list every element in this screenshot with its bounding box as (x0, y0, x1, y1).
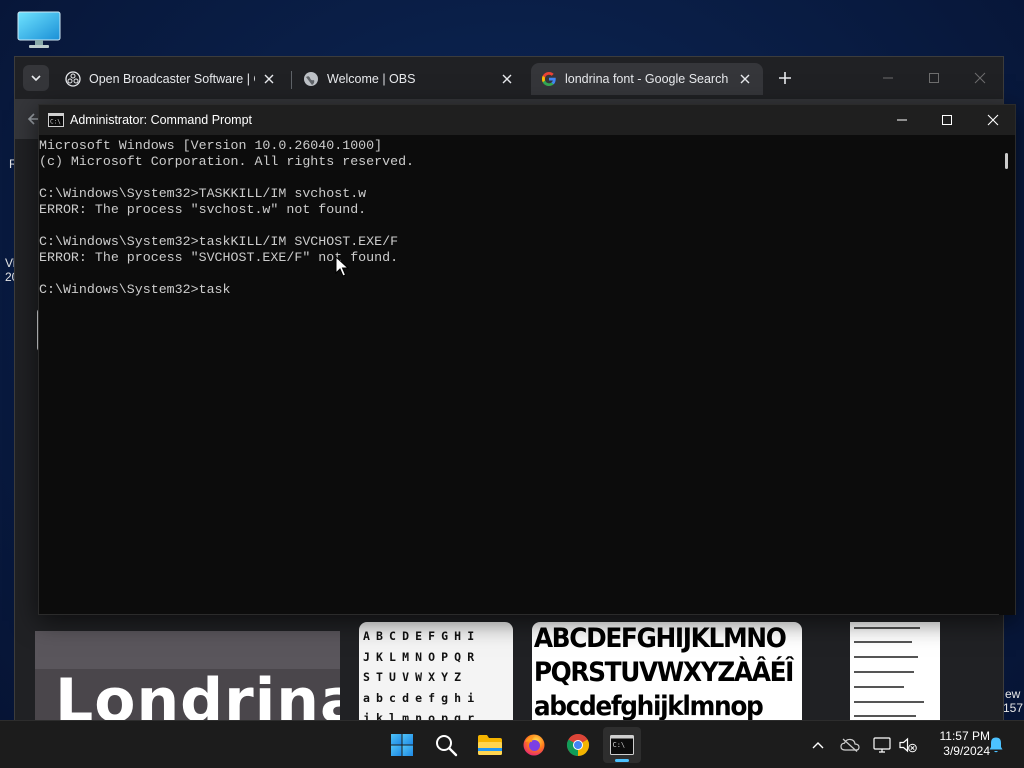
specimen-line: abcdefghijklmnop (533, 691, 764, 721)
console-line: (c) Microsoft Corporation. All rights re… (39, 154, 415, 169)
search-icon (436, 735, 458, 757)
volume-muted-icon (899, 737, 917, 753)
tab-strip: Open Broadcaster Software | OBS Welcome … (15, 57, 1003, 99)
obs-icon (65, 71, 81, 87)
cmd-minimize-button[interactable] (879, 105, 925, 135)
grid-row: JKLMNOPQR (363, 649, 481, 664)
chrome-icon (567, 734, 589, 756)
glyph-sheet-thumbnail (854, 627, 924, 717)
mouse-cursor-icon (335, 256, 349, 277)
cmd-console-output[interactable]: Microsoft Windows [Version 10.0.26040.10… (39, 135, 1001, 615)
console-line: C:\Windows\System32>taskKILL/IM SVCHOST.… (39, 234, 399, 249)
command-prompt-window[interactable]: C:\ Administrator: Command Prompt Micros… (38, 104, 1016, 615)
minimize-icon (897, 119, 907, 121)
tab-search-button[interactable] (23, 65, 49, 91)
tab-title: Welcome | OBS (327, 72, 416, 86)
plus-icon (779, 72, 791, 84)
banner-text: Londrina (55, 666, 340, 721)
taskbar: C:\ 11:57 PM 3/9/2024 (0, 720, 1024, 768)
tab-title: londrina font - Google Search (565, 72, 729, 86)
network-icon (873, 737, 891, 753)
file-explorer-button[interactable] (471, 727, 509, 763)
terminal-icon: C:\ (610, 735, 634, 755)
show-hidden-icons-button[interactable] (808, 735, 828, 755)
cmd-app-icon: C:\ (48, 113, 64, 127)
chrome-button[interactable] (559, 727, 597, 763)
grid-row: ABCDEFGHI (363, 629, 481, 643)
browser-close-button[interactable] (965, 65, 995, 91)
minimize-icon (883, 77, 893, 79)
grid-row: abcdefghi (363, 690, 481, 705)
cmd-window-title: Administrator: Command Prompt (70, 113, 253, 127)
terminal-button[interactable]: C:\ (603, 727, 641, 763)
globe-icon (304, 72, 318, 86)
console-line: C:\Windows\System32>TASKKILL/IM svchost.… (39, 186, 367, 201)
close-icon[interactable] (499, 71, 515, 87)
specimen-line: ABCDEFGHIJKLMNO (533, 623, 787, 654)
cloud-offline-icon (840, 738, 860, 752)
firefox-button[interactable] (515, 727, 553, 763)
maximize-icon (942, 115, 952, 125)
onedrive-tray-button[interactable] (840, 735, 860, 755)
active-app-indicator (615, 759, 629, 762)
desktop-edge-text: 157 (1003, 701, 1024, 715)
browser-minimize-button[interactable] (873, 65, 903, 91)
svg-text:C:\: C:\ (50, 119, 61, 126)
console-line: ERROR: The process "SVCHOST.EXE/F" not f… (39, 250, 399, 265)
tab-divider (291, 71, 292, 89)
tab-welcome-obs[interactable]: Welcome | OBS (293, 63, 525, 95)
console-line: Microsoft Windows [Version 10.0.26040.10… (39, 138, 383, 153)
cmd-close-button[interactable] (970, 105, 1016, 135)
start-button[interactable] (383, 727, 421, 763)
clock-date: 3/9/2024 (943, 744, 990, 758)
google-icon (542, 72, 556, 86)
bell-icon (989, 737, 1003, 753)
image-result-glyph-sheet[interactable] (850, 622, 940, 721)
browser-maximize-button[interactable] (919, 65, 949, 91)
file-explorer-icon (478, 735, 502, 755)
tab-google-search[interactable]: londrina font - Google Search (531, 63, 763, 95)
chevron-up-icon (812, 742, 824, 749)
desktop-edge-text: ew (1005, 687, 1021, 701)
new-tab-button[interactable] (775, 68, 795, 88)
clock-time: 11:57 PM (939, 729, 990, 743)
specimen-line: PQRSTUVWXYZÀÂÉÎ (533, 657, 795, 688)
tab-obs-website[interactable]: Open Broadcaster Software | OBS (55, 63, 287, 95)
cmd-scrollbar[interactable] (999, 135, 1015, 615)
cmd-titlebar[interactable]: C:\ Administrator: Command Prompt (39, 105, 1015, 135)
taskbar-clock[interactable]: 11:57 PM 3/9/2024 (924, 729, 990, 759)
network-tray-button[interactable] (872, 735, 892, 755)
image-result-alphabet-grid[interactable]: ABCDEFGHI JKLMNOPQR STUVWXYZ abcdefghi j… (359, 622, 513, 721)
svg-text:C:\: C:\ (613, 741, 626, 749)
maximize-icon (929, 73, 939, 83)
tab-title: Open Broadcaster Software | OBS (89, 72, 255, 86)
close-icon (987, 114, 999, 126)
console-line: ERROR: The process "svchost.w" not found… (39, 202, 367, 217)
start-icon (391, 734, 413, 756)
close-icon (974, 72, 986, 84)
image-result-banner[interactable]: Londrina (35, 631, 340, 721)
image-result-specimen[interactable]: ABCDEFGHIJKLMNO PQRSTUVWXYZÀÂÉÎ abcdefgh… (532, 622, 802, 721)
cmd-maximize-button[interactable] (924, 105, 970, 135)
volume-tray-button[interactable] (898, 735, 918, 755)
grid-row: STUVWXYZ (363, 670, 468, 684)
notifications-button[interactable] (986, 735, 1006, 755)
close-icon[interactable] (261, 71, 277, 87)
console-input-line[interactable]: C:\Windows\System32>task (39, 282, 1001, 298)
close-icon[interactable] (737, 71, 753, 87)
monitor-icon[interactable] (16, 10, 62, 50)
scrollbar-thumb[interactable] (1005, 153, 1008, 169)
search-button[interactable] (427, 727, 465, 763)
firefox-icon (523, 734, 545, 756)
chevron-down-icon (31, 75, 41, 82)
